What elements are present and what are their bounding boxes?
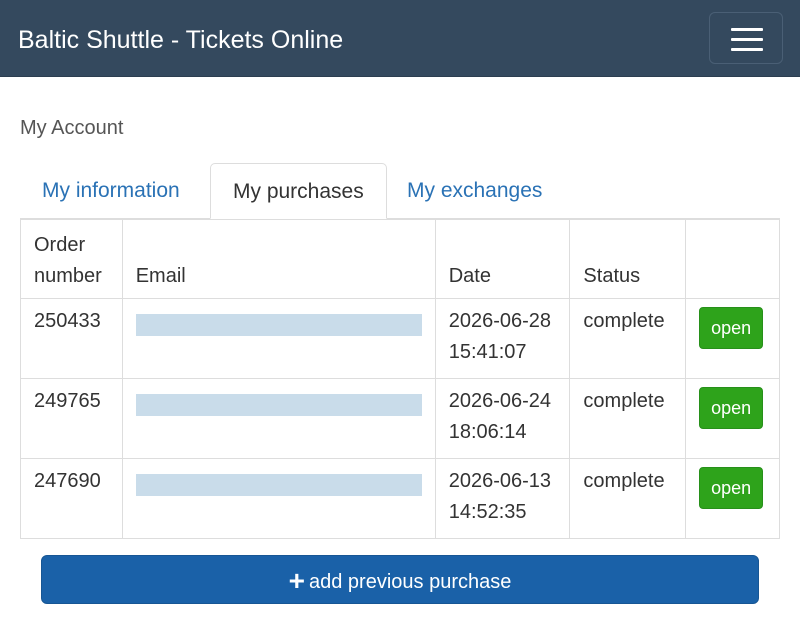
- column-header-email: Email: [121, 219, 436, 299]
- add-button-label: add previous purchase: [309, 571, 512, 593]
- table-row: 249765 2026-06-24 18:06:14 complete open: [20, 378, 780, 459]
- time-value: 15:41:07: [448, 341, 527, 363]
- action-cell: open: [685, 298, 780, 379]
- column-header-status: Status: [569, 219, 687, 299]
- plus-icon: +: [288, 565, 305, 596]
- navbar: Baltic Shuttle - Tickets Online: [0, 0, 800, 77]
- redacted-email: [135, 314, 422, 336]
- page-title: My Account: [20, 117, 124, 139]
- date-value: 2026-06-28: [448, 310, 552, 332]
- menu-bar-bottom: [731, 48, 763, 51]
- column-header-date: Date: [434, 219, 571, 299]
- table-row: 250433 2026-06-28 15:41:07 complete open: [20, 298, 780, 379]
- order-header-line2: number: [34, 265, 102, 287]
- menu-bar-middle: [731, 38, 763, 41]
- email-cell: [121, 378, 436, 459]
- redacted-email: [135, 474, 422, 496]
- date-value: 2026-06-13: [448, 470, 552, 492]
- status-cell: complete: [569, 458, 687, 539]
- email-cell: [121, 298, 436, 379]
- brand-title[interactable]: Baltic Shuttle - Tickets Online: [18, 22, 343, 58]
- order-number-cell: 250433: [20, 298, 123, 379]
- date-cell: 2026-06-24 18:06:14: [434, 378, 571, 459]
- open-button[interactable]: open: [699, 307, 764, 349]
- redacted-email: [135, 394, 422, 416]
- column-header-order-number: Order number: [20, 219, 123, 299]
- time-value: 18:06:14: [448, 421, 527, 443]
- column-header-action: [685, 219, 780, 299]
- purchases-table: Order number Email Date Status 250433 202…: [20, 219, 780, 539]
- action-cell: open: [685, 378, 780, 459]
- table-header-row: Order number Email Date Status: [20, 219, 780, 299]
- order-number-cell: 247690: [20, 458, 123, 539]
- open-button[interactable]: open: [699, 467, 764, 509]
- date-value: 2026-06-24: [448, 390, 552, 412]
- date-cell: 2026-06-28 15:41:07: [434, 298, 571, 379]
- add-previous-purchase-button[interactable]: + add previous purchase: [41, 555, 759, 604]
- tab-my-purchases[interactable]: My purchases: [210, 163, 387, 219]
- table-row: 247690 2026-06-13 14:52:35 complete open: [20, 458, 780, 539]
- tab-my-exchanges[interactable]: My exchanges: [385, 163, 564, 219]
- menu-bar-top: [731, 28, 763, 31]
- date-cell: 2026-06-13 14:52:35: [434, 458, 571, 539]
- email-cell: [121, 458, 436, 539]
- time-value: 14:52:35: [448, 501, 527, 523]
- tab-my-information[interactable]: My information: [20, 163, 202, 219]
- order-number-cell: 249765: [20, 378, 123, 459]
- order-header-line1: Order: [34, 234, 86, 256]
- hamburger-menu-icon[interactable]: [709, 12, 783, 64]
- open-button[interactable]: open: [699, 387, 764, 429]
- action-cell: open: [685, 458, 780, 539]
- status-cell: complete: [569, 298, 687, 379]
- status-cell: complete: [569, 378, 687, 459]
